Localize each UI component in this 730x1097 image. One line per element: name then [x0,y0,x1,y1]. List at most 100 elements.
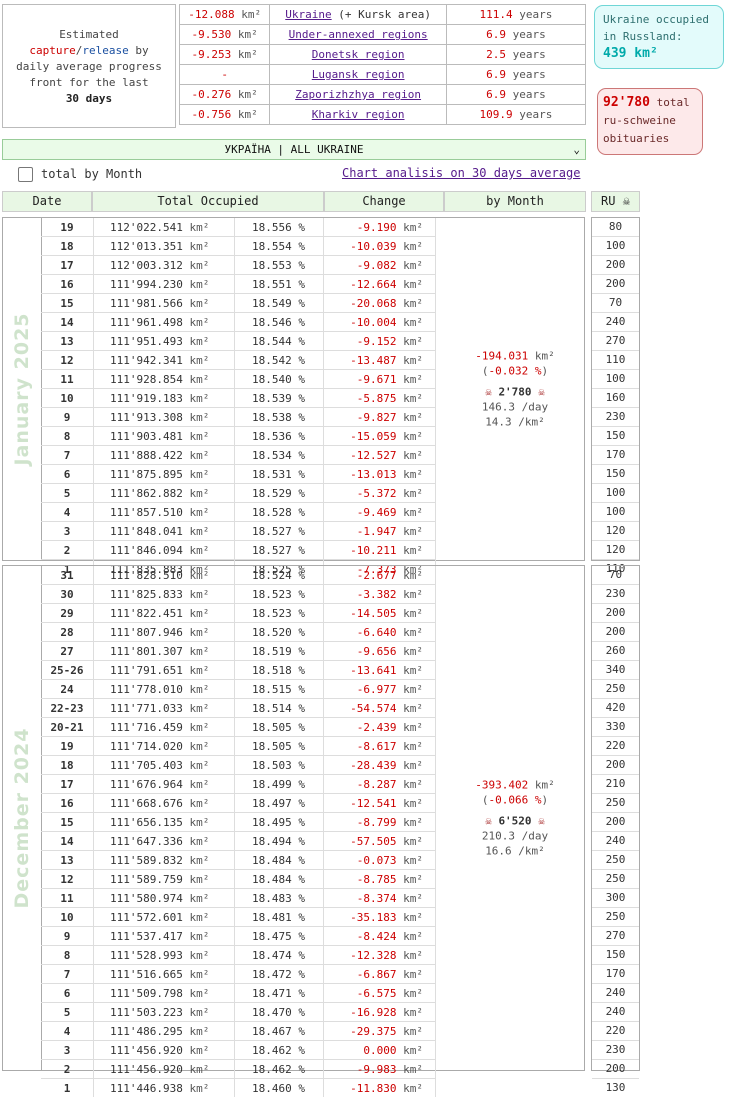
header-ru-losses[interactable]: RU ☠ [591,191,640,212]
month-change: -194.031 km² [446,349,584,364]
ru-losses-cell: 200 [592,813,639,832]
row-total: 111'828.510 km² [94,566,235,585]
table-row: 10111'572.601 km²18.481 %-35.183 km² [41,908,436,927]
row-total-value: 111'951.493 [110,335,183,348]
region-change-value: -12.088 [188,8,234,21]
row-total-unit: km² [189,1025,209,1038]
row-total: 111'705.403 km² [94,756,235,775]
table-row: 9111'537.417 km²18.475 %-8.424 km² [41,927,436,946]
row-percent-value: 18.520 [252,626,292,639]
table-row: 14111'961.498 km²18.546 %-10.004 km² [41,313,436,332]
row-total: 111'913.308 km² [94,408,235,427]
row-change-value: -12.541 [350,797,396,810]
row-total-value: 111'528.993 [110,949,183,962]
obituaries-box[interactable]: 92'780 total ru-schweine obituaries [597,88,703,155]
region-select-value: УКРАЇНА | ALL UKRAINE [224,143,363,156]
row-date: 12 [41,351,94,370]
row-total-value: 111'994.230 [110,278,183,291]
row-total-value: 111'771.033 [110,702,183,715]
region-years: 6.9 years [446,85,585,105]
row-percent: 18.494 % [235,832,324,851]
total-by-month-toggle[interactable]: total by Month [18,166,142,182]
row-date: 15 [41,813,94,832]
row-percent: 18.520 % [235,623,324,642]
row-change: -12.664 km² [324,275,436,294]
month-label-text: January 2025 [11,312,33,465]
ru-losses-cell: 230 [592,1041,639,1060]
region-link[interactable]: Under-annexed regions [289,28,428,41]
row-percent: 18.462 % [235,1060,324,1079]
row-percent-value: 18.531 [252,468,292,481]
region-select[interactable]: УКРАЇНА | ALL UKRAINE ⌄ [2,139,586,160]
row-percent: 18.536 % [235,427,324,446]
row-total: 111'589.832 km² [94,851,235,870]
row-percent-value: 18.515 [252,683,292,696]
table-row: 11111'928.854 km²18.540 %-9.671 km² [41,370,436,389]
row-total-unit: km² [189,721,209,734]
row-total: 111'572.601 km² [94,908,235,927]
row-percent-sign: % [292,449,305,462]
chart-analysis-link[interactable]: Chart analisis on 30 days average [342,166,580,180]
table-row: 12111'942.341 km²18.542 %-13.487 km² [41,351,436,370]
table-row: 29111'822.451 km²18.523 %-14.505 km² [41,604,436,623]
row-change: -12.328 km² [324,946,436,965]
chevron-down-icon: ⌄ [573,140,580,159]
row-date: 4 [41,503,94,522]
obituaries-line-1: 92'780 total [603,94,697,112]
table-row: 18111'705.403 km²18.503 %-28.439 km² [41,756,436,775]
table-row: 13111'589.832 km²18.484 %-0.073 km² [41,851,436,870]
row-total-unit: km² [189,759,209,772]
header-total-occupied[interactable]: Total Occupied [92,191,324,212]
row-change: -14.505 km² [324,604,436,623]
header-date[interactable]: Date [2,191,92,212]
row-date: 12 [41,870,94,889]
row-percent: 18.467 % [235,1022,324,1041]
ru-losses-cell: 150 [592,465,639,484]
row-percent-value: 18.523 [252,588,292,601]
row-change-value: -11.830 [350,1082,396,1095]
header-by-month[interactable]: by Month [444,191,586,212]
occupied-line-2: in Russland: [603,28,715,45]
row-date: 11 [41,889,94,908]
row-total-value: 111'516.665 [110,968,183,981]
row-total-value: 111'801.307 [110,645,183,658]
row-change: -8.374 km² [324,889,436,908]
header-change[interactable]: Change [324,191,444,212]
row-date: 6 [41,984,94,1003]
row-percent-value: 18.528 [252,506,292,519]
row-change-value: -9.656 [357,645,397,658]
month-losses: ☠ 6'520 ☠ [446,814,584,829]
region-link[interactable]: Donetsk region [312,48,405,61]
row-total-unit: km² [189,221,209,234]
region-change: -0.756 km² [180,105,270,125]
region-link[interactable]: Zaporizhzhya region [295,88,421,101]
month-percent-value: -0.066 % [489,794,542,807]
row-date: 14 [41,832,94,851]
row-change-unit: km² [403,487,423,500]
row-percent-sign: % [292,911,305,924]
row-date: 17 [41,775,94,794]
row-change-unit: km² [403,411,423,424]
row-total-unit: km² [189,354,209,367]
ru-losses-column: 8010020020070240270110100160230150170150… [591,217,640,561]
ru-losses-cell: 240 [592,984,639,1003]
region-link[interactable]: Lugansk region [312,68,405,81]
region-link[interactable]: Kharkiv region [312,108,405,121]
row-total-value: 111'446.938 [110,1082,183,1095]
row-percent: 18.460 % [235,1079,324,1097]
row-percent-value: 18.467 [252,1025,292,1038]
ru-losses-cell: 160 [592,389,639,408]
ru-losses-cell: 200 [592,604,639,623]
month-block: January 202519112'022.541 km²18.556 %-9.… [2,217,585,561]
row-percent-sign: % [292,1082,305,1095]
region-row: -12.088 km²Ukraine (+ Kursk area)111.4 y… [180,5,586,25]
total-by-month-checkbox[interactable] [18,167,33,182]
row-total-unit: km² [189,316,209,329]
row-total: 111'903.481 km² [94,427,235,446]
row-total-value: 111'791.651 [110,664,183,677]
row-total-value: 111'456.920 [110,1044,183,1057]
region-row: -Lugansk region6.9 years [180,65,586,85]
occupied-value: 439 km² [603,45,715,62]
region-link[interactable]: Ukraine [285,8,331,21]
row-percent-value: 18.534 [252,449,292,462]
